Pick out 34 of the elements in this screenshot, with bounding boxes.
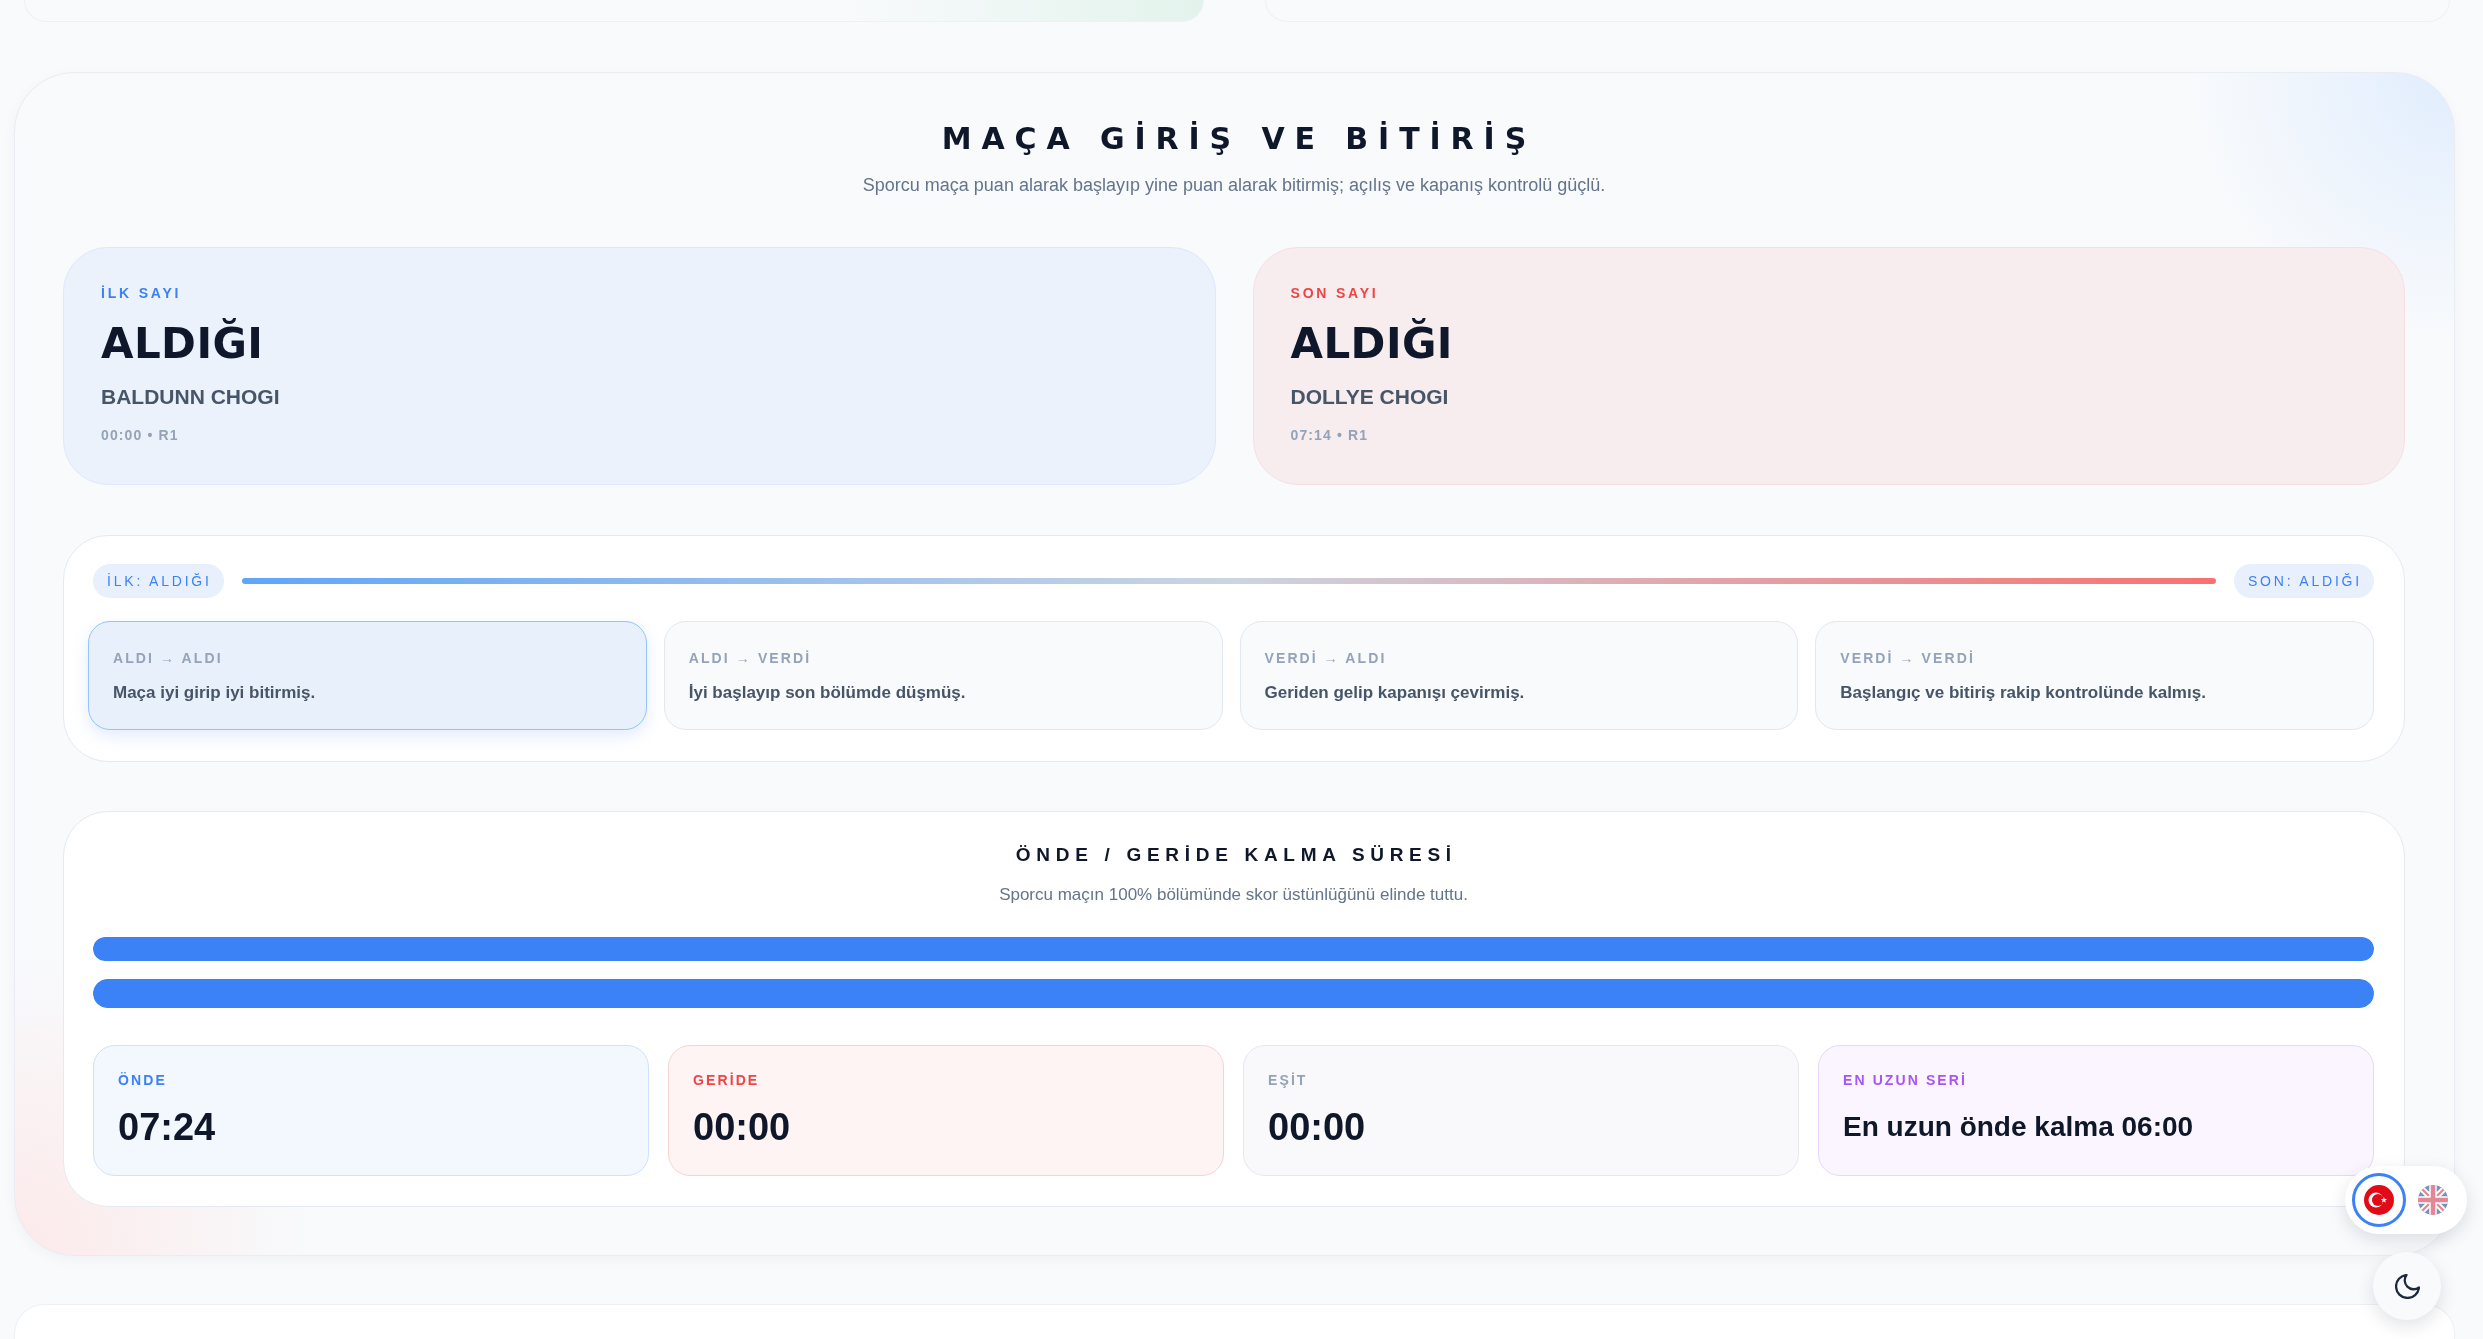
stat-label: EN UZUN SERİ: [1843, 1071, 1967, 1090]
stat-value: 00:00: [1268, 1105, 1366, 1150]
scenario-label: ALDI → ALDI: [113, 649, 223, 668]
time-meta: 00:00 • R1: [101, 426, 179, 445]
scenario-label: VERDİ → ALDI: [1264, 649, 1387, 668]
player-name: BALDUNN CHOGI: [101, 384, 280, 410]
end-badge: SON: ALDIĞI: [2233, 564, 2374, 598]
stat-value: En uzun önde kalma 06:00: [1843, 1110, 2194, 1144]
time-meta: 07:14 • R1: [1290, 426, 1369, 445]
panel-subtitle: Sporcu maçın 100% bölümünde skor üstünlüğünü elinde tuttu.: [998, 884, 1469, 906]
scenario-description: Geriden gelip kapanışı çevirmiş.: [1264, 682, 1525, 704]
result-text: ALDIĞI: [101, 317, 264, 370]
british-flag-icon: [2418, 1185, 2448, 1215]
stat-label: GERİDE: [693, 1071, 760, 1090]
start-badge: İLK: ALDIĞI: [93, 564, 224, 598]
scenario-label: VERDİ → VERDİ: [1840, 649, 1975, 668]
stat-value: 07:24: [118, 1105, 216, 1150]
stat-value: 00:00: [693, 1105, 791, 1150]
scenario-description: Maça iyi girip iyi bitirmiş.: [113, 682, 316, 704]
panel-title: ÖNDE / GERİDE KALMA SÜRESİ: [1014, 843, 1458, 867]
section-subtitle: Sporcu maça puan alarak başlayıp yine puan alarak bitirmiş; açılış ve kapanış kontrolü güçlü.: [861, 174, 1607, 197]
result-text: ALDIĞI: [1290, 317, 1453, 370]
card-label: SON SAYI: [1290, 284, 1379, 303]
stat-label: ÖNDE: [118, 1071, 167, 1090]
card-label: İLK SAYI: [101, 284, 182, 303]
scenario-label: ALDI → VERDİ: [688, 649, 812, 668]
stat-label: EŞİT: [1268, 1071, 1308, 1090]
player-name: DOLLYE CHOGI: [1290, 384, 1449, 410]
moon-icon: [2394, 1273, 2420, 1299]
scenario-description: İyi başlayıp son bölümde düşmüş.: [688, 682, 966, 704]
turkish-flag-icon: [2364, 1185, 2394, 1215]
scenario-description: Başlangıç ve bitiriş rakip kontrolünde kalmış.: [1840, 682, 2206, 704]
language-button[interactable]: [2352, 1173, 2406, 1227]
section-title: MAÇA GİRİŞ VE BİTİRİŞ: [940, 120, 1538, 158]
